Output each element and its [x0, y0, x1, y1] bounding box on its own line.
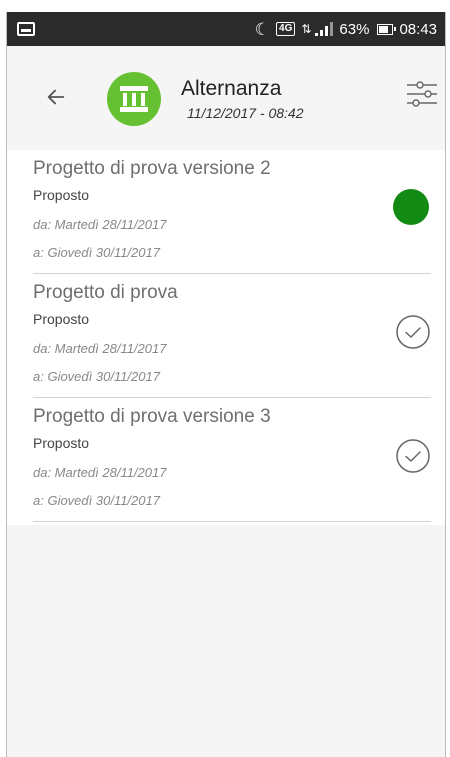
- check-circle-icon: [396, 439, 430, 473]
- signal-icon: [315, 22, 334, 36]
- sliders-icon: [407, 81, 437, 107]
- battery-percent: 63%: [339, 20, 370, 38]
- item-start-date: da: Martedì 28/11/2017: [33, 341, 167, 356]
- project-list: Progetto di prova versione 2 Proposto da…: [7, 150, 445, 525]
- item-start-date: da: Martedì 28/11/2017: [33, 217, 167, 232]
- item-status: Proposto: [33, 187, 90, 203]
- data-arrows-icon: ⇅: [301, 22, 311, 36]
- check-circle-button[interactable]: [395, 314, 431, 350]
- item-title: Progetto di prova: [33, 282, 178, 303]
- list-item[interactable]: Progetto di prova versione 3 Proposto da…: [33, 398, 431, 522]
- filter-button[interactable]: [405, 78, 439, 112]
- arrow-left-icon: [47, 89, 65, 105]
- item-end-date: a: Giovedì 30/11/2017: [33, 245, 160, 260]
- item-start-date: da: Martedì 28/11/2017: [33, 465, 167, 480]
- selected-dot-indicator[interactable]: [393, 189, 429, 225]
- back-button[interactable]: [41, 82, 71, 112]
- page-subtitle: 11/12/2017 - 08:42: [187, 105, 304, 121]
- clock: 08:43: [399, 20, 437, 38]
- battery-icon: [377, 23, 397, 35]
- app-screen: ☾ 4G ⇅ 63% 08:43 Alternanza 11/12/2017 -…: [6, 12, 446, 757]
- check-circle-button[interactable]: [395, 438, 431, 474]
- item-status: Proposto: [33, 435, 90, 451]
- item-end-date: a: Giovedì 30/11/2017: [33, 493, 160, 508]
- institution-icon: [120, 86, 148, 112]
- network-badge: 4G: [276, 22, 296, 36]
- moon-icon: ☾: [254, 19, 271, 39]
- status-bar: ☾ 4G ⇅ 63% 08:43: [7, 12, 445, 46]
- app-logo: [107, 72, 161, 126]
- item-title: Progetto di prova versione 3: [33, 406, 271, 427]
- item-end-date: a: Giovedì 30/11/2017: [33, 369, 160, 384]
- app-header: Alternanza 11/12/2017 - 08:42: [7, 46, 445, 150]
- list-item[interactable]: Progetto di prova Proposto da: Martedì 2…: [33, 274, 431, 398]
- gallery-icon: [17, 22, 35, 36]
- page-title: Alternanza: [181, 77, 282, 100]
- item-title: Progetto di prova versione 2: [33, 158, 271, 179]
- check-circle-icon: [396, 315, 430, 349]
- item-status: Proposto: [33, 311, 90, 327]
- list-item[interactable]: Progetto di prova versione 2 Proposto da…: [33, 150, 431, 274]
